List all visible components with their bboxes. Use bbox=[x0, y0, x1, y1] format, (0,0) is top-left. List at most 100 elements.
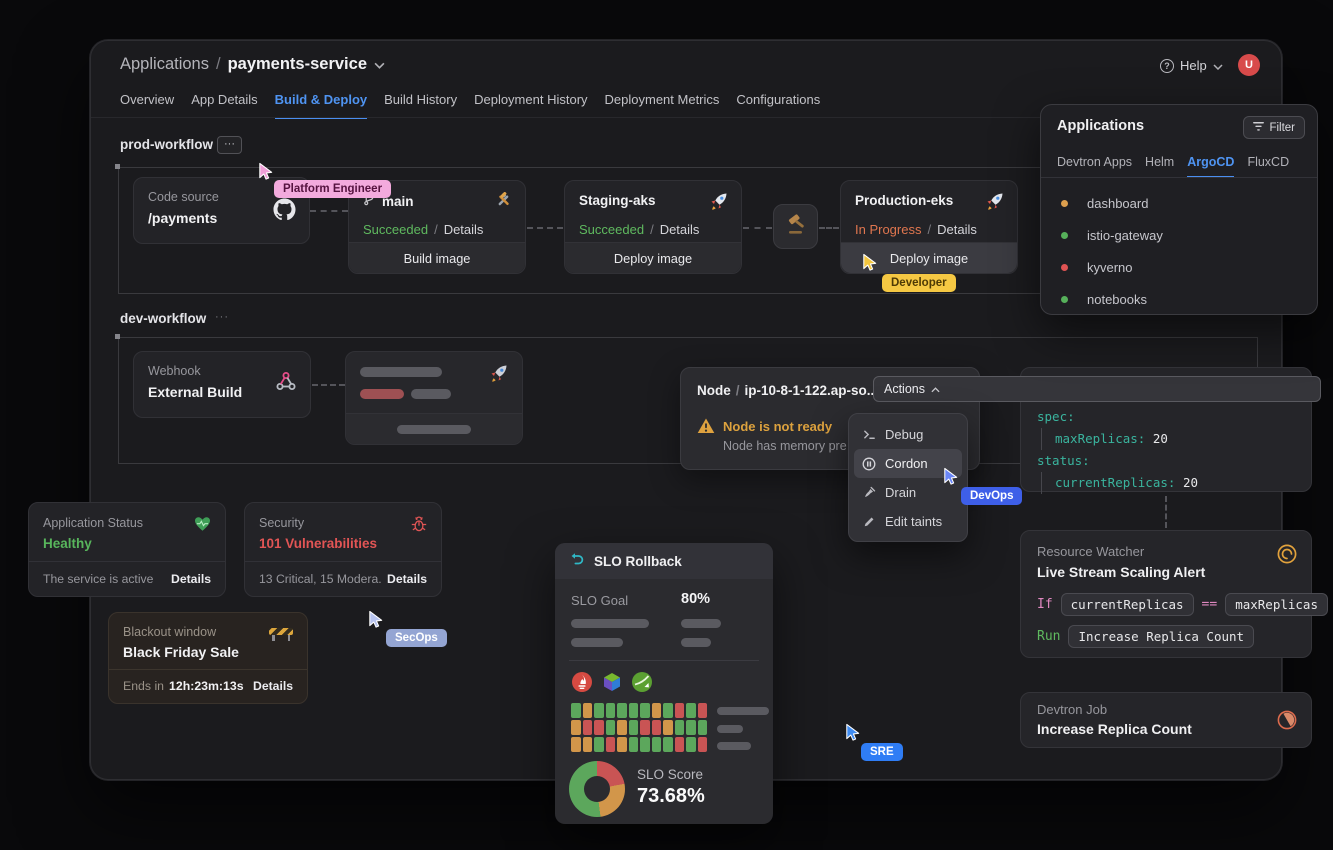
selection-handle[interactable] bbox=[115, 164, 120, 169]
app-list-item[interactable]: notebooks bbox=[1041, 283, 1317, 315]
security-value: 101 Vulnerabilities bbox=[259, 536, 377, 551]
skeleton-bar bbox=[717, 707, 769, 715]
platform-engineer-cursor bbox=[256, 162, 275, 181]
watcher-condition-row: If currentReplicas == maxReplicas bbox=[1037, 593, 1328, 616]
slo-score-donut bbox=[569, 761, 625, 817]
avatar[interactable]: U bbox=[1238, 54, 1260, 76]
applications-popup-title: Applications bbox=[1057, 118, 1144, 134]
skeleton-bar bbox=[681, 619, 721, 628]
prod-workflow-title: prod-workflow bbox=[120, 137, 213, 152]
applications-popup-tabs: Devtron Apps Helm ArgoCD FluxCD bbox=[1057, 155, 1289, 178]
tab-build-history[interactable]: Build History bbox=[384, 92, 457, 119]
staging-deploy-action[interactable]: Deploy image bbox=[565, 242, 741, 273]
production-name: Production-eks bbox=[855, 193, 953, 208]
tab-argocd[interactable]: ArgoCD bbox=[1187, 155, 1234, 178]
skeleton-bar bbox=[397, 425, 471, 434]
filter-icon bbox=[1253, 122, 1264, 134]
breadcrumb-section[interactable]: Applications bbox=[120, 55, 209, 74]
dev-workflow-more-button[interactable]: ··· bbox=[215, 311, 229, 323]
status-dot bbox=[1061, 200, 1068, 207]
skeleton-bar bbox=[411, 389, 451, 399]
devtron-job-title: Increase Replica Count bbox=[1037, 721, 1192, 737]
slo-score-value: 73.68% bbox=[637, 785, 705, 808]
green-orb-icon bbox=[631, 671, 653, 698]
placeholder-action bbox=[346, 413, 522, 444]
webhook-card[interactable]: Webhook External Build bbox=[133, 351, 311, 418]
chevron-down-icon[interactable] bbox=[374, 55, 385, 74]
staging-status: Succeeded bbox=[579, 222, 644, 237]
production-status: In Progress bbox=[855, 222, 921, 237]
blackout-details-link[interactable]: Details bbox=[253, 679, 293, 693]
heart-pulse-icon bbox=[193, 515, 212, 538]
breadcrumb-separator: / bbox=[216, 55, 221, 74]
staging-pipeline-card[interactable]: Staging-aks Succeeded / Details Deploy i… bbox=[564, 180, 742, 274]
skeleton-bar bbox=[360, 367, 442, 377]
slo-score-label: SLO Score bbox=[637, 767, 703, 782]
slo-goal-label: SLO Goal bbox=[571, 593, 628, 608]
tab-devtron-apps[interactable]: Devtron Apps bbox=[1057, 155, 1132, 178]
status-dot bbox=[1061, 264, 1068, 271]
tab-overview[interactable]: Overview bbox=[120, 92, 174, 119]
chevron-up-icon bbox=[931, 382, 940, 396]
security-details-link[interactable]: Details bbox=[387, 572, 427, 586]
workflow-connector bbox=[312, 384, 345, 386]
condition-chip: maxReplicas bbox=[1225, 593, 1328, 616]
staging-details-link[interactable]: Details bbox=[660, 222, 700, 237]
panel-connector bbox=[1165, 496, 1167, 528]
tab-app-details[interactable]: App Details bbox=[191, 92, 257, 119]
app-list-item[interactable]: istio-gateway bbox=[1041, 219, 1317, 251]
resource-watcher-panel: Resource Watcher Live Stream Scaling Ale… bbox=[1020, 530, 1312, 658]
run-action-chip: Increase Replica Count bbox=[1068, 625, 1254, 648]
node-alert-title: Node is not ready bbox=[723, 419, 832, 434]
production-details-link[interactable]: Details bbox=[937, 222, 977, 237]
application-status-details-link[interactable]: Details bbox=[171, 572, 211, 586]
blackout-countdown: Ends in 12h:23m:13s bbox=[123, 679, 244, 693]
tab-build-and-deploy[interactable]: Build & Deploy bbox=[275, 92, 367, 119]
app-list-item[interactable]: dashboard bbox=[1041, 187, 1317, 219]
tab-fluxcd[interactable]: FluxCD bbox=[1247, 155, 1289, 178]
cube-logo-icon bbox=[601, 671, 623, 698]
status-dot bbox=[1061, 232, 1068, 239]
build-details-link[interactable]: Details bbox=[444, 222, 484, 237]
node-name: ip-10-8-1-122.ap-so... bbox=[745, 383, 879, 398]
node-alert-message: Node has memory pre bbox=[723, 439, 847, 453]
blackout-name: Black Friday Sale bbox=[123, 644, 239, 660]
workflow-connector bbox=[819, 227, 839, 229]
build-status: Succeeded bbox=[363, 222, 428, 237]
skeleton-bar bbox=[681, 638, 711, 647]
rocket-icon bbox=[709, 191, 729, 216]
build-image-action[interactable]: Build image bbox=[349, 242, 525, 273]
gavel-icon bbox=[784, 212, 808, 241]
filter-button[interactable]: Filter bbox=[1243, 116, 1305, 139]
tab-helm[interactable]: Helm bbox=[1145, 155, 1174, 178]
skeleton-bar bbox=[717, 725, 743, 733]
code-source-repo: /payments bbox=[148, 210, 217, 226]
sre-cursor bbox=[843, 723, 862, 742]
help-label: Help bbox=[1180, 58, 1207, 73]
monitoring-logos bbox=[571, 671, 653, 698]
developer-badge: Developer bbox=[882, 274, 956, 292]
main-tab-bar: Overview App Details Build & Deploy Buil… bbox=[120, 92, 820, 119]
menu-item-edit-taints[interactable]: Edit taints bbox=[854, 507, 962, 536]
github-icon bbox=[273, 198, 296, 226]
help-menu[interactable]: ? Help bbox=[1160, 58, 1223, 73]
prod-workflow-more-button[interactable]: ··· bbox=[217, 136, 242, 154]
app-list-item[interactable]: kyverno bbox=[1041, 251, 1317, 283]
placeholder-pipeline-card[interactable] bbox=[345, 351, 523, 445]
tab-deployment-history[interactable]: Deployment History bbox=[474, 92, 587, 119]
slo-goal-value: 80% bbox=[681, 591, 710, 607]
tab-deployment-metrics[interactable]: Deployment Metrics bbox=[605, 92, 720, 119]
approval-gate-node[interactable] bbox=[773, 204, 818, 249]
selection-handle[interactable] bbox=[115, 334, 120, 339]
chevron-down-icon bbox=[1213, 58, 1223, 73]
skeleton-bar bbox=[717, 742, 751, 750]
devtron-job-card: Devtron Job Increase Replica Count bbox=[1020, 692, 1312, 748]
half-circle-progress-icon bbox=[1276, 709, 1298, 736]
slo-rollback-panel: SLO Rollback SLO Goal 80% SLO Score 73.6… bbox=[555, 543, 773, 824]
spiral-icon bbox=[1276, 543, 1298, 570]
menu-item-debug[interactable]: Debug bbox=[854, 420, 962, 449]
help-icon: ? bbox=[1160, 59, 1174, 73]
slo-panel-header: SLO Rollback bbox=[555, 543, 773, 579]
actions-button[interactable]: Actions bbox=[873, 376, 1321, 402]
tab-configurations[interactable]: Configurations bbox=[736, 92, 820, 119]
